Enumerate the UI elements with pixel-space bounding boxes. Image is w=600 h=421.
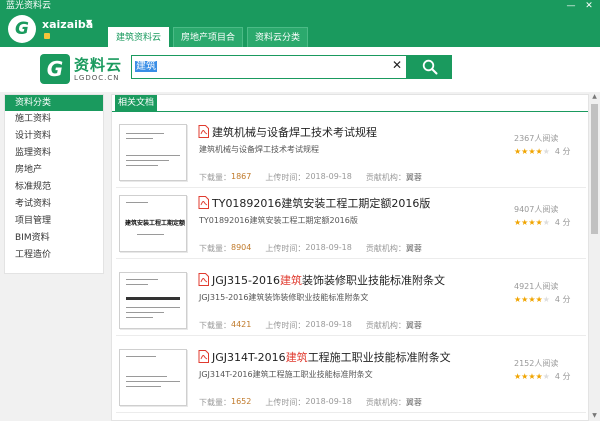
sidebar-item-exams[interactable]: 考试资料 [5,196,103,213]
document-title[interactable]: JGJ315-2016建筑装饰装修职业技能标准附条文 [212,272,445,288]
close-icon[interactable]: ✕ [580,0,598,13]
view-count: 2367人阅读 [514,134,559,143]
star-rating: ★★★★ ★ 4 分 [514,295,571,304]
category-sidebar: 资料分类 施工资料 设计资料 监理资料 房地产 标准规范 考试资料 项目管理 B… [4,94,104,274]
pdf-icon [198,350,209,363]
vip-badge-icon [44,33,50,39]
contributor: 翼蓉 [405,398,422,407]
user-avatar[interactable]: G [8,15,36,43]
tab-categories[interactable]: 资料云分类 [247,27,309,47]
document-thumbnail[interactable] [119,272,187,329]
sidebar-item-real-estate[interactable]: 房地产 [5,162,103,179]
minimize-icon[interactable]: — [562,0,580,13]
related-docs-panel: 相关文档 建筑机械与设备焊工技术考试规程 建筑机械与设备焊工技术考试规程 下载量… [111,94,589,421]
sidebar-item-project-mgmt[interactable]: 项目管理 [5,213,103,230]
document-thumbnail[interactable] [119,349,187,406]
contributor: 翼蓉 [405,244,422,253]
panel-tab-related[interactable]: 相关文档 [115,95,158,111]
sidebar-item-standards[interactable]: 标准规范 [5,179,103,196]
view-count: 2152人阅读 [514,359,559,368]
upload-date: 2018-09-18 [305,243,352,252]
chevron-down-icon[interactable]: ▼ [86,18,92,27]
document-meta: 下载量： 1652 上传时间： 2018-09-18 贡献机构： 翼蓉 [199,397,422,407]
sidebar-item-cost[interactable]: 工程造价 [5,247,103,264]
list-item[interactable]: JGJ314T-2016建筑工程施工职业技能标准附条文 JGJ314T-2016… [116,347,586,413]
pdf-icon [198,196,209,209]
download-count: 4421 [231,320,252,329]
document-title[interactable]: 建筑机械与设备焊工技术考试规程 [212,124,377,140]
sidebar-title: 资料分类 [5,95,103,111]
brand-logo: G 资料云 LGDOC.CN [40,51,122,87]
pdf-icon [198,125,209,138]
search-value[interactable]: 建筑 [135,61,157,72]
star-rating: ★★★★ ★ 4 分 [514,147,571,156]
download-count: 1652 [231,397,252,406]
document-title[interactable]: TY01892016建筑安装工程工期定额2016版 [212,195,430,211]
document-meta: 下载量： 4421 上传时间： 2018-09-18 贡献机构： 翼蓉 [199,320,422,330]
upload-date: 2018-09-18 [305,320,352,329]
contributor: 翼蓉 [405,321,422,330]
window-title: 蓝光资料云 [6,1,52,11]
document-subtitle: 建筑机械与设备焊工技术考试规程 [199,145,319,154]
pdf-icon [198,273,209,286]
star-rating: ★★★★ ★ 4 分 [514,372,571,381]
close-icon[interactable]: ✕ [392,58,402,72]
title-bar: 蓝光资料云 — ✕ [0,0,600,13]
view-count: 4921人阅读 [514,282,559,291]
brand-mark-icon: G [40,54,70,84]
upload-date: 2018-09-18 [305,172,352,181]
scroll-thumb[interactable] [591,104,598,234]
scroll-up-icon[interactable]: ▲ [589,92,600,102]
sidebar-item-design[interactable]: 设计资料 [5,128,103,145]
panel-divider [112,111,588,112]
list-item[interactable]: JGJ315-2016建筑装饰装修职业技能标准附条文 JGJ315-2016建筑… [116,270,586,336]
document-thumbnail[interactable] [119,124,187,181]
star-rating: ★★★★ ★ 4 分 [514,218,571,227]
document-subtitle: JGJ315-2016建筑装饰装修职业技能标准附条文 [199,293,369,302]
sidebar-item-supervision[interactable]: 监理资料 [5,145,103,162]
app-header: G xaizaiba ▼ 建筑资料云 房地产项目合 资料云分类 [0,13,600,47]
tab-real-estate[interactable]: 房地产项目合 [173,27,244,47]
search-icon [422,59,437,75]
sidebar-item-bim[interactable]: BIM资料 [5,230,103,247]
brand-name: 资料云 [74,55,123,74]
document-thumbnail[interactable]: 建筑安装工程工期定额 [119,195,187,252]
scroll-down-icon[interactable]: ▼ [589,411,600,421]
vertical-scrollbar[interactable]: ▲ ▼ [589,92,600,421]
download-count: 1867 [231,172,252,181]
document-subtitle: TY01892016建筑安装工程工期定额2016版 [199,216,358,225]
search-area: G 资料云 LGDOC.CN 建筑 ✕ [0,47,600,92]
list-item[interactable]: 建筑安装工程工期定额 TY01892016建筑安装工程工期定额2016版 TY0… [116,193,586,259]
contributor: 翼蓉 [405,173,422,182]
download-count: 8904 [231,243,252,252]
upload-date: 2018-09-18 [305,397,352,406]
document-title[interactable]: JGJ314T-2016建筑工程施工职业技能标准附条文 [212,349,451,365]
document-subtitle: JGJ314T-2016建筑工程施工职业技能标准附条文 [199,370,373,379]
tab-construction-docs[interactable]: 建筑资料云 [108,27,170,47]
sidebar-item-construction[interactable]: 施工资料 [5,111,103,128]
list-item[interactable]: 建筑机械与设备焊工技术考试规程 建筑机械与设备焊工技术考试规程 下载量： 1867… [116,122,586,188]
document-meta: 下载量： 1867 上传时间： 2018-09-18 贡献机构： 翼蓉 [199,172,422,182]
document-meta: 下载量： 8904 上传时间： 2018-09-18 贡献机构： 翼蓉 [199,243,422,253]
search-button[interactable] [407,55,452,79]
main-tabs: 建筑资料云 房地产项目合 资料云分类 [108,27,309,47]
view-count: 9407人阅读 [514,205,559,214]
brand-domain: LGDOC.CN [74,73,120,82]
search-input[interactable]: 建筑 ✕ [131,55,407,79]
